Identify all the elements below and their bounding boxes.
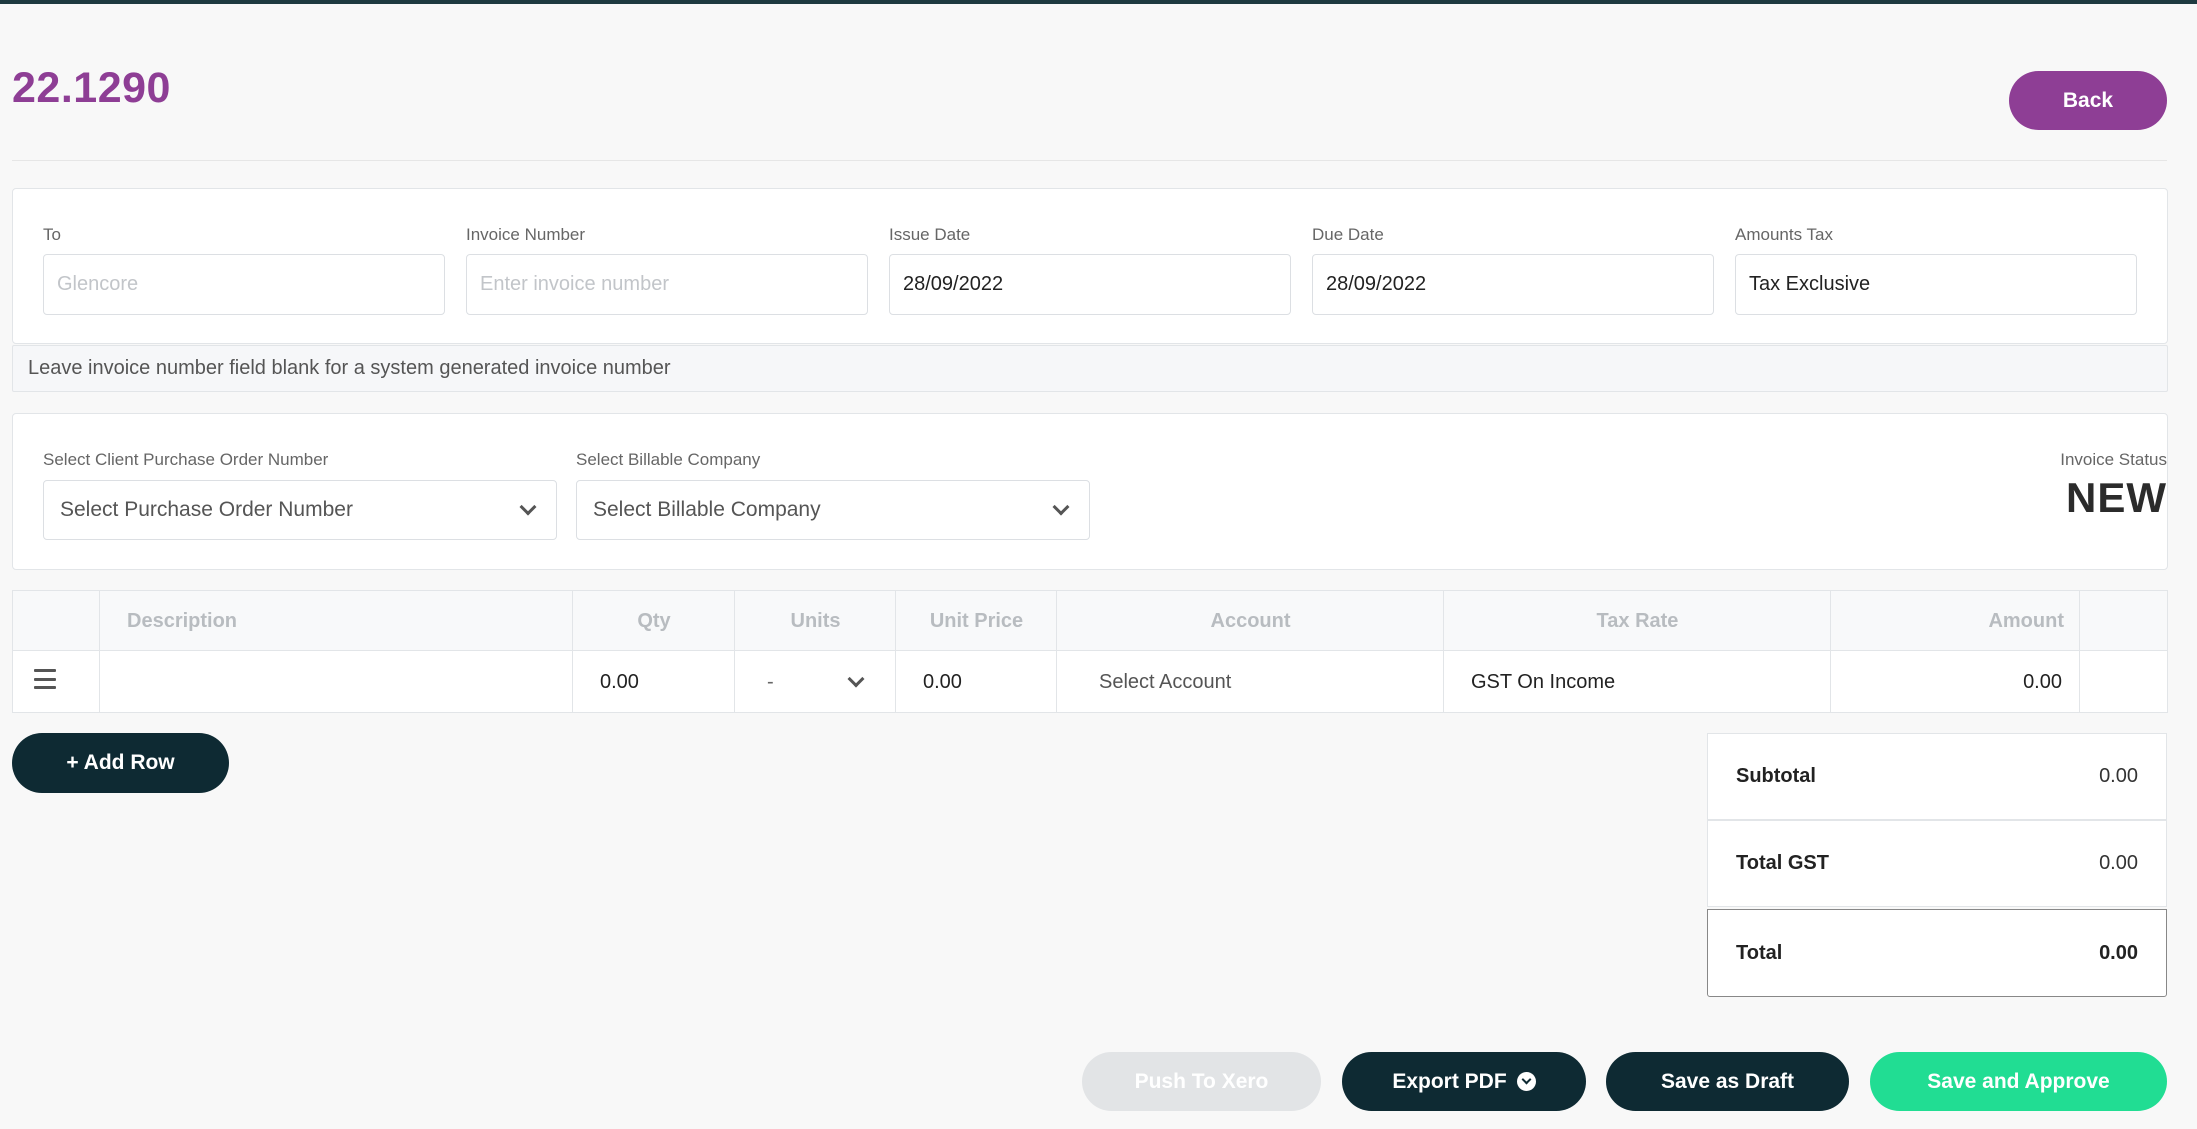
row-account-select[interactable]: Select Account [1057,652,1444,712]
invoice-status-value: NEW [2066,474,2167,521]
invoice-number-label: Invoice Number [466,225,586,244]
row-unit-price[interactable]: 0.00 [896,652,1057,712]
header-tax-rate: Tax Rate [1596,609,1679,632]
total-gst-label: Total GST [1736,852,1829,874]
invoice-number-hint: Leave invoice number field blank for a s… [12,345,2168,392]
billable-company-select[interactable]: Select Billable Company [576,480,1090,540]
back-button[interactable]: Back [2009,71,2167,130]
invoice-details-card: To Invoice Number Issue Date Due Date Am… [12,188,2168,344]
subtotal-value: 0.00 [2099,765,2138,787]
drag-handle-icon[interactable] [34,669,56,689]
due-date-label: Due Date [1312,225,1384,244]
chevron-down-icon [519,498,537,516]
export-pdf-button[interactable]: Export PDF [1342,1052,1586,1111]
header-qty: Qty [637,609,671,632]
header-units: Units [790,609,841,632]
invoice-status-label: Invoice Status [2060,450,2167,469]
issue-date-input[interactable] [889,254,1291,315]
chevron-down-icon [847,670,865,688]
page-title: 22.1290 [12,64,171,112]
push-to-xero-button[interactable]: Push To Xero [1082,1052,1321,1111]
save-approve-button[interactable]: Save and Approve [1870,1052,2167,1111]
total-gst-row: Total GST 0.00 [1707,820,2167,907]
to-label: To [43,225,61,244]
subtotal-row: Subtotal 0.00 [1707,733,2167,820]
row-units-value: - [767,670,774,693]
purchase-order-value: Select Purchase Order Number [60,498,353,521]
total-gst-value: 0.00 [2099,852,2138,874]
due-date-input[interactable] [1312,254,1714,315]
purchase-order-select[interactable]: Select Purchase Order Number [43,480,557,540]
chevron-down-circle-icon [1516,1072,1536,1091]
issue-date-label: Issue Date [889,225,971,244]
row-qty[interactable]: 0.00 [573,652,735,712]
purchase-order-label: Select Client Purchase Order Number [43,450,329,469]
add-row-button[interactable]: + Add Row [12,733,229,793]
header-description: Description [127,609,238,632]
row-units-select[interactable]: - [735,652,896,712]
line-items-table: Description Qty Units Unit Price Account… [12,590,2168,713]
header-amount: Amount [1988,609,2064,632]
total-label: Total [1736,941,1783,964]
export-pdf-label: Export PDF [1392,1069,1507,1093]
header-divider [12,160,2167,161]
invoice-number-input[interactable] [466,254,868,315]
top-accent-bar [0,0,2197,4]
amounts-tax-input[interactable] [1735,254,2137,315]
billable-company-value: Select Billable Company [593,498,821,521]
col-handle [13,591,100,712]
row-description[interactable] [100,652,573,712]
amounts-tax-label: Amounts Tax [1735,225,1833,244]
order-selection-card: Select Client Purchase Order Number Sele… [12,413,2168,570]
to-input[interactable] [43,254,445,315]
header-account: Account [1210,609,1291,632]
save-draft-button[interactable]: Save as Draft [1606,1052,1849,1111]
row-amount: 0.00 [2023,670,2062,693]
header-unit-price: Unit Price [929,609,1024,632]
chevron-down-icon [1052,498,1070,516]
total-value: 0.00 [2099,941,2138,964]
row-tax-rate[interactable]: GST On Income [1444,652,1831,712]
billable-company-label: Select Billable Company [576,450,761,469]
total-row: Total 0.00 [1707,909,2167,997]
subtotal-label: Subtotal [1736,765,1816,787]
